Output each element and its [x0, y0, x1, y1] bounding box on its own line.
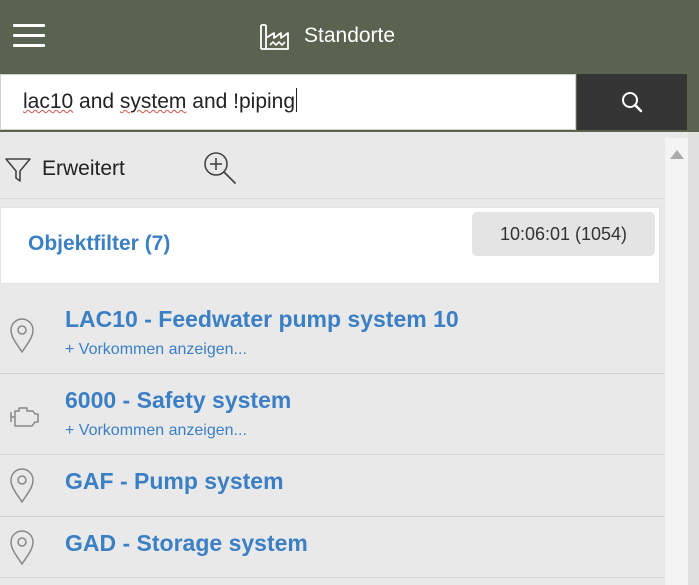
- list-item-title[interactable]: GAF - Pump system: [65, 468, 284, 495]
- object-filter-title[interactable]: Objektfilter (7): [28, 232, 170, 256]
- search-bar: lac10 and system and !piping: [0, 72, 688, 132]
- scroll-up-arrow-icon[interactable]: [670, 150, 684, 159]
- list-item-title[interactable]: GAD - Storage system: [65, 530, 308, 557]
- show-occurrences-link[interactable]: + Vorkommen anzeigen...: [65, 341, 247, 359]
- search-text-part: and: [186, 90, 234, 113]
- header-title: Standorte: [258, 18, 395, 54]
- list-item-title[interactable]: LAC10 - Feedwater pump system 10: [65, 306, 459, 333]
- outer-scrollbar[interactable]: [688, 132, 699, 585]
- list-item[interactable]: GAD - Storage system: [0, 517, 664, 578]
- location-pin-icon: [10, 318, 34, 354]
- location-pin-icon: [10, 530, 34, 566]
- search-button[interactable]: [577, 74, 687, 130]
- zoom-in-icon: [204, 152, 236, 184]
- location-pin-icon: [10, 468, 34, 504]
- search-text-part: !piping: [233, 90, 296, 113]
- search-input[interactable]: lac10 and system and !piping: [0, 74, 576, 130]
- list-item-title[interactable]: 6000 - Safety system: [65, 387, 291, 414]
- list-item[interactable]: GAF - Pump system: [0, 455, 664, 517]
- hamburger-menu-icon[interactable]: [13, 24, 45, 48]
- object-filter-card[interactable]: Objektfilter (7) 10:06:01 (1054): [0, 207, 660, 284]
- list-item[interactable]: LAC10 - Feedwater pump system 10 + Vorko…: [0, 293, 664, 374]
- search-text-part: and: [73, 90, 120, 113]
- header-edge: [688, 72, 699, 132]
- text-caret: [296, 88, 298, 112]
- timestamp-badge: 10:06:01 (1054): [472, 212, 655, 256]
- factory-icon: [260, 24, 289, 50]
- zoom-in-button[interactable]: [202, 150, 238, 186]
- list-item[interactable]: 6000 - Safety system + Vorkommen anzeige…: [0, 374, 664, 455]
- page-title: Standorte: [304, 24, 396, 47]
- app-header: Standorte: [0, 0, 699, 72]
- show-occurrences-link[interactable]: + Vorkommen anzeigen...: [65, 422, 247, 440]
- toolbar: Erweitert: [0, 138, 665, 199]
- vertical-scrollbar[interactable]: [665, 138, 688, 585]
- search-text-part: lac10: [23, 90, 74, 113]
- search-icon: [622, 92, 643, 113]
- engine-icon: [10, 407, 39, 427]
- advanced-filter-button[interactable]: Erweitert: [4, 154, 125, 184]
- filter-funnel-icon: [5, 158, 31, 182]
- search-text-part: system: [119, 90, 187, 113]
- advanced-filter-label: Erweitert: [42, 157, 125, 180]
